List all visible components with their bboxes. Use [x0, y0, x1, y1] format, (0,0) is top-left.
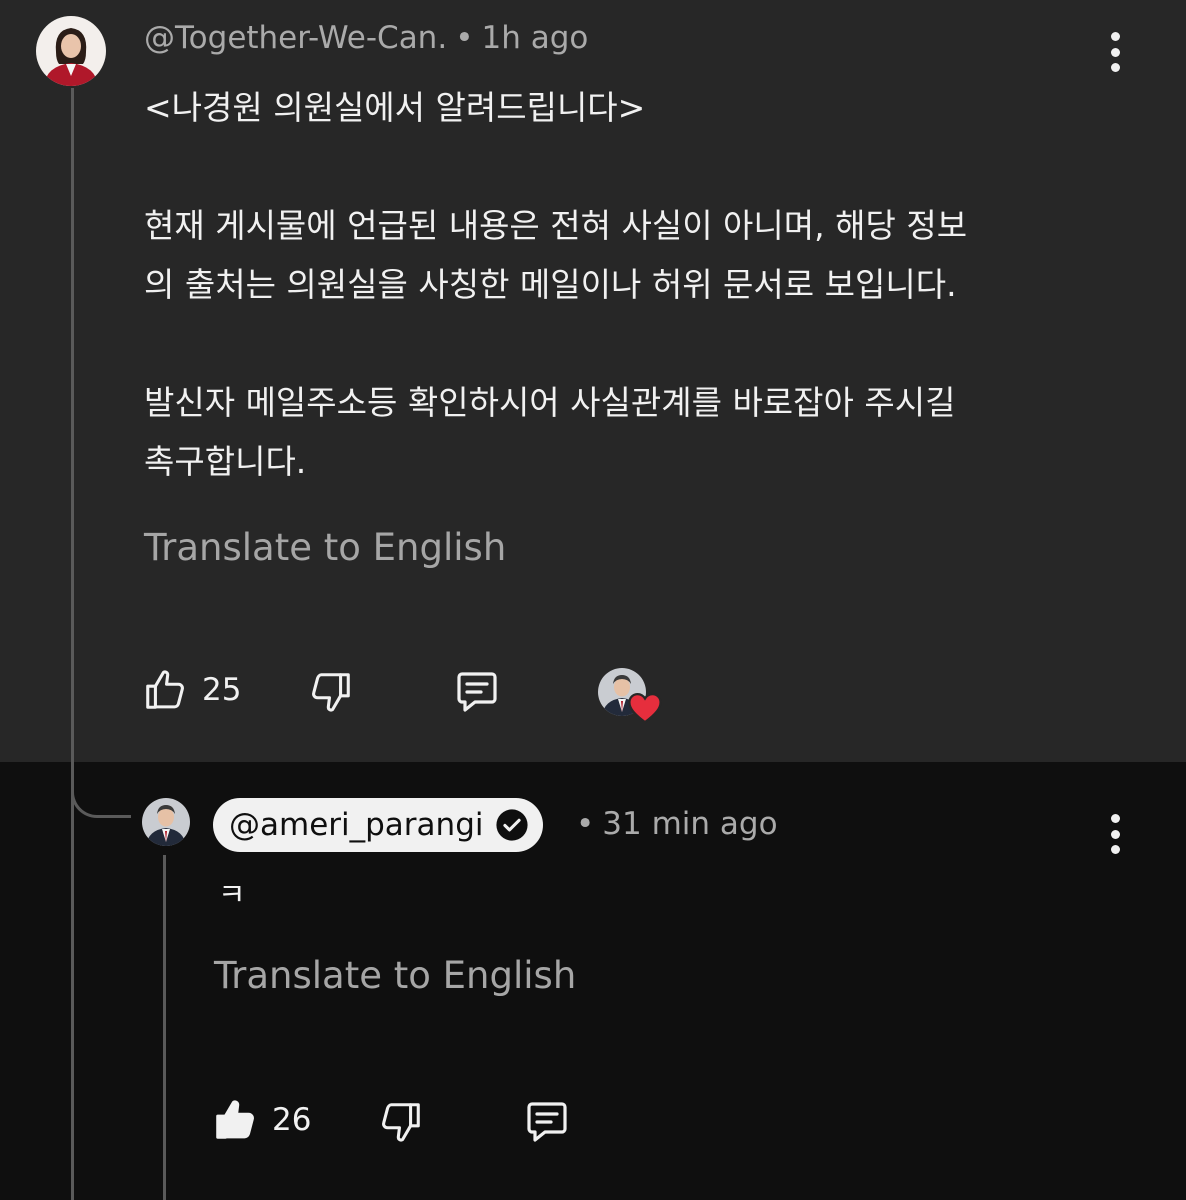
- thread-connector: [71, 760, 131, 818]
- comment-author[interactable]: @Together-We-Can.: [144, 20, 447, 56]
- meta-separator: •: [455, 20, 474, 56]
- reply-icon: [457, 672, 497, 712]
- creator-heart: [598, 668, 664, 724]
- avatar[interactable]: [142, 798, 190, 846]
- thread-line: [71, 88, 74, 1200]
- translate-button[interactable]: Translate to English: [214, 954, 576, 997]
- comment-body: <나경원 의원실에서 알려드립니다> 현재 게시물에 언급된 내용은 전혀 사실…: [144, 78, 1134, 491]
- like-button[interactable]: 25: [142, 666, 241, 714]
- verified-check-icon: [496, 809, 529, 841]
- more-vertical-icon[interactable]: [1108, 814, 1122, 854]
- translate-button[interactable]: Translate to English: [144, 526, 506, 569]
- reply-button[interactable]: [522, 1098, 572, 1146]
- dislike-button[interactable]: [378, 1098, 424, 1146]
- dislike-button[interactable]: [308, 668, 354, 716]
- reply-button[interactable]: [452, 668, 502, 716]
- comment-meta: @Together-We-Can. • 1h ago: [144, 20, 588, 56]
- comment-line: <나경원 의원실에서 알려드립니다>: [144, 88, 646, 127]
- comment-time[interactable]: 1h ago: [482, 20, 589, 56]
- comment-line: 현재 게시물에 언급된 내용은 전혀 사실이 아니며, 해당 정보: [144, 206, 968, 245]
- thumbs-down-icon: [312, 673, 350, 712]
- meta-separator: •: [576, 806, 595, 842]
- reply-author: @ameri_parangi: [229, 807, 484, 843]
- reply-author-badge[interactable]: @ameri_parangi: [213, 798, 544, 852]
- thumbs-up-icon: [216, 1100, 254, 1139]
- reply-meta: • 31 min ago: [568, 806, 778, 842]
- like-button[interactable]: 26: [212, 1096, 311, 1144]
- reply-thread-line: [163, 855, 166, 1200]
- thumbs-down-icon: [382, 1103, 420, 1142]
- heart-icon: [628, 692, 662, 724]
- like-count: 26: [272, 1102, 312, 1138]
- like-count: 25: [202, 672, 242, 708]
- comment-line: 발신자 메일주소등 확인하시어 사실관계를 바로잡아 주시길: [144, 383, 956, 422]
- reply-icon: [527, 1102, 567, 1142]
- reply-time[interactable]: 31 min ago: [602, 806, 777, 842]
- avatar[interactable]: [36, 16, 106, 86]
- reply-body: ㅋ: [218, 878, 246, 913]
- comment-line: 촉구합니다.: [144, 442, 307, 481]
- comment-line: 의 출처는 의원실을 사칭한 메일이나 허위 문서로 보입니다.: [144, 265, 957, 304]
- thumbs-up-icon: [146, 670, 184, 709]
- more-vertical-icon[interactable]: [1108, 32, 1122, 72]
